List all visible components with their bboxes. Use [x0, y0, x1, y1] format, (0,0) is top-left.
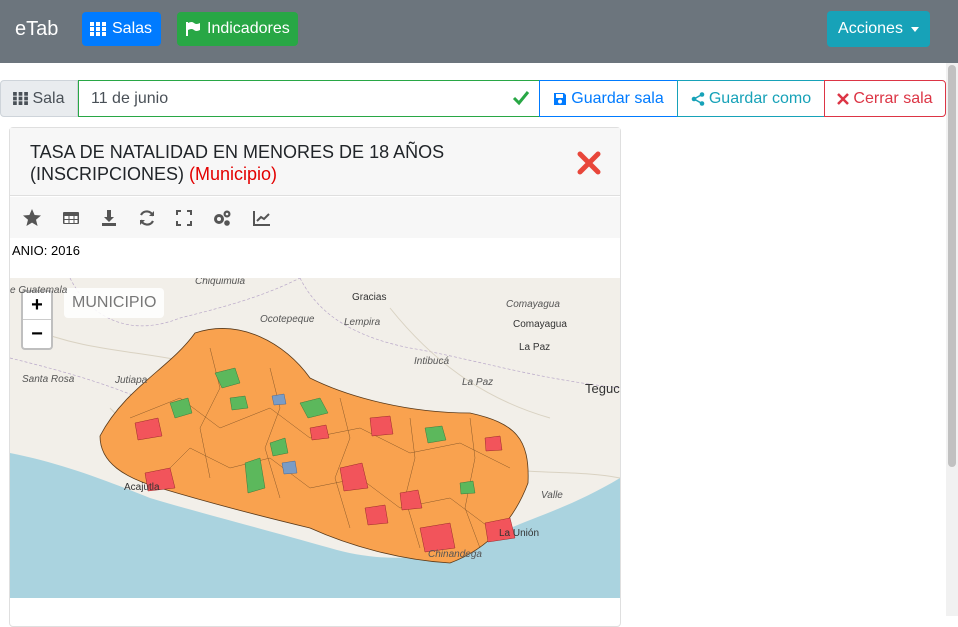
layer-label: MUNICIPIO — [64, 288, 165, 318]
card-icon-bar — [10, 197, 620, 238]
indicadores-button[interactable]: Indicadores — [177, 12, 298, 46]
place-label: Comayagua — [513, 319, 567, 330]
brand[interactable]: eTab — [15, 18, 58, 41]
close-card-icon[interactable] — [577, 151, 601, 175]
zoom-out-button[interactable]: − — [23, 320, 51, 348]
place-label: Acajutla — [124, 482, 160, 493]
salas-button[interactable]: Salas — [82, 12, 161, 46]
zoom-control: + − — [21, 290, 53, 350]
grid-icon — [90, 22, 106, 36]
chart-line-icon[interactable] — [252, 208, 272, 228]
place-label: Lempira — [344, 317, 381, 328]
place-label: Jutiapa — [115, 375, 148, 386]
place-label: La Unión — [499, 528, 540, 539]
sala-name-input[interactable]: 11 de junio — [78, 80, 540, 117]
save-icon — [554, 92, 567, 105]
acciones-label: Acciones — [838, 20, 903, 37]
settings-icon[interactable] — [212, 208, 232, 228]
cerrar-sala-label: Cerrar sala — [853, 89, 933, 107]
star-icon[interactable] — [22, 208, 42, 228]
place-label: e Guatemala — [10, 285, 68, 296]
guardar-sala-label: Guardar sala — [571, 89, 664, 107]
download-icon[interactable] — [99, 208, 119, 228]
fullscreen-icon[interactable] — [174, 208, 194, 228]
share-icon — [691, 91, 705, 106]
guardar-sala-button[interactable]: Guardar sala — [539, 80, 678, 117]
table-icon[interactable] — [61, 208, 81, 228]
place-label: Santa Rosa — [22, 374, 75, 385]
place-label: Comayagua — [506, 299, 560, 310]
place-label: Ocotepeque — [260, 314, 315, 325]
indicadores-label: Indicadores — [207, 20, 290, 37]
place-label: La Paz — [519, 342, 551, 353]
place-label: Chiquimula — [195, 278, 246, 287]
acciones-dropdown[interactable]: Acciones — [827, 11, 930, 47]
place-label: Valle — [541, 490, 563, 501]
place-label: Intibucá — [414, 356, 450, 367]
sala-addon: Sala — [0, 80, 78, 117]
place-label: La Paz — [462, 377, 494, 388]
scrollbar-thumb[interactable] — [948, 65, 956, 467]
grid-icon — [13, 92, 29, 105]
card-title: TASA DE NATALIDAD EN MENORES DE 18 AÑOS … — [30, 141, 550, 185]
place-label: Chinandega — [428, 549, 482, 560]
check-icon — [512, 91, 530, 106]
close-icon — [837, 92, 850, 105]
zoom-in-button[interactable]: + — [23, 292, 51, 320]
filter-text: ANIO: 2016 — [12, 243, 80, 258]
place-label: Tegucigalpa — [585, 381, 620, 396]
cerrar-sala-button[interactable]: Cerrar sala — [824, 80, 946, 117]
place-label: Gracias — [352, 292, 387, 303]
top-navbar: eTab Salas Indicadores Acciones — [0, 0, 958, 63]
caret-down-icon — [910, 26, 919, 32]
sala-label: Sala — [32, 89, 65, 107]
indicator-card: TASA DE NATALIDAD EN MENORES DE 18 AÑOS … — [9, 127, 621, 627]
choropleth-map[interactable]: + − MUNICIPIO Chiquimula Gracias Comayag… — [10, 278, 620, 598]
card-header: TASA DE NATALIDAD EN MENORES DE 18 AÑOS … — [10, 128, 620, 196]
refresh-icon[interactable] — [137, 208, 157, 228]
indicator-level[interactable]: (Municipio) — [189, 164, 277, 184]
flag-icon — [186, 22, 200, 36]
guardar-como-label: Guardar como — [708, 89, 812, 107]
salas-label: Salas — [112, 20, 153, 37]
guardar-como-button[interactable]: Guardar como — [677, 80, 825, 117]
